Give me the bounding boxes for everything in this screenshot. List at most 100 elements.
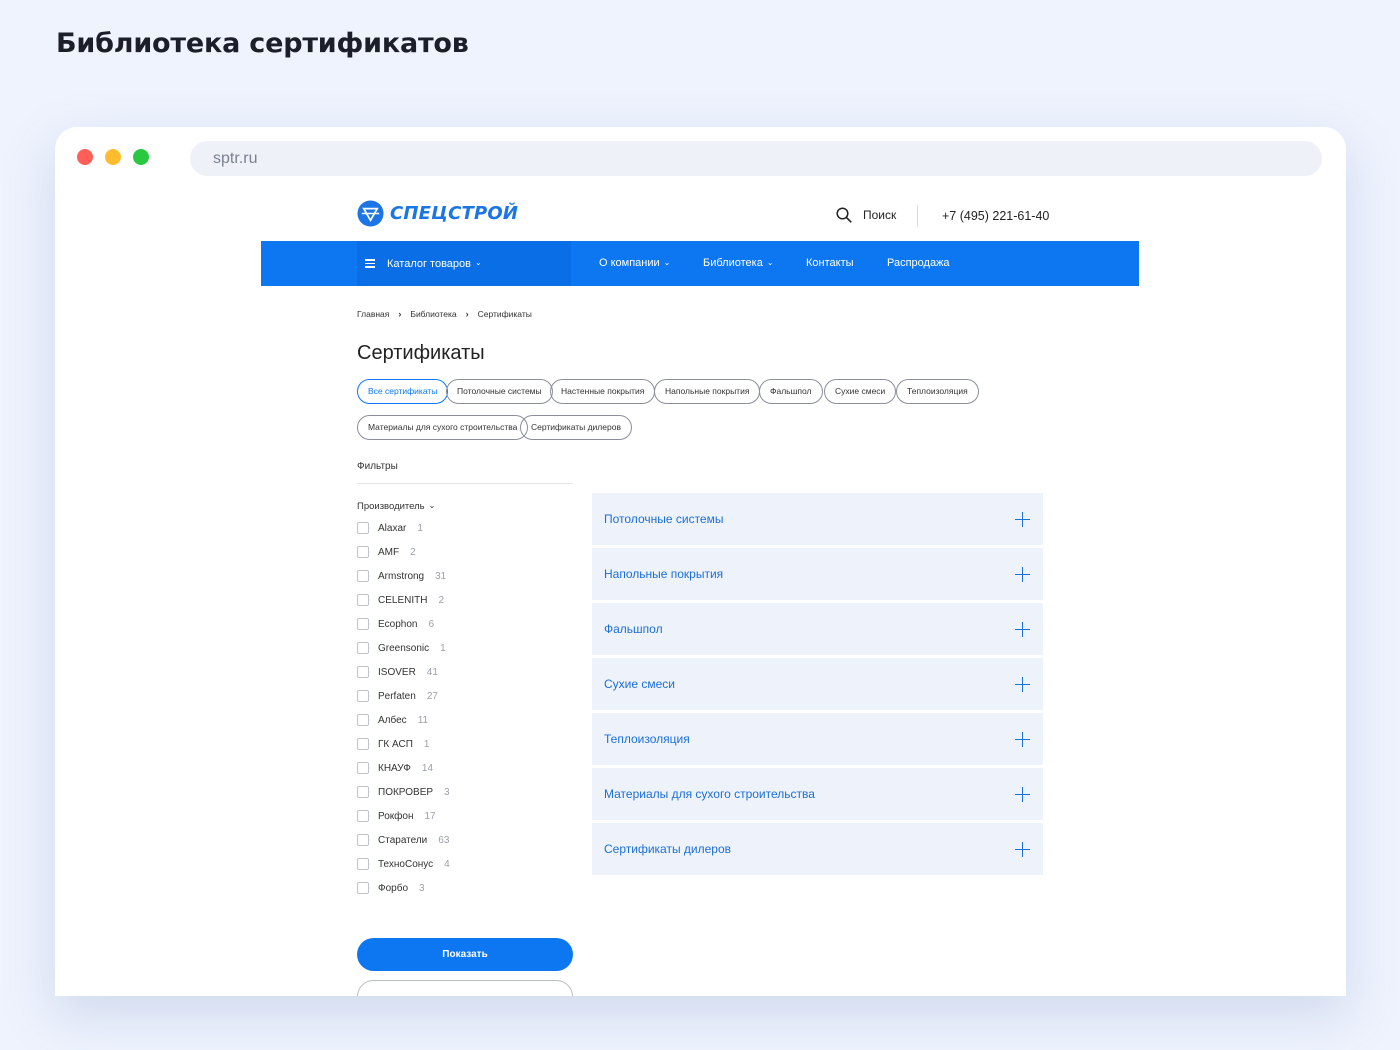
accordion-item-raised-floor[interactable]: Фальшпол [592, 603, 1043, 655]
nav-catalog-button[interactable]: Каталог товаров ⌄ [357, 241, 571, 286]
manufacturer-item[interactable]: ISOVER 41 [357, 665, 438, 679]
address-bar[interactable]: sptr.ru [190, 141, 1322, 176]
checkbox[interactable] [357, 834, 369, 846]
manufacturer-name: Старатели [378, 834, 428, 846]
chip-insulation[interactable]: Теплоизоляция [896, 379, 979, 404]
manufacturer-count: 1 [423, 738, 430, 750]
close-window-icon[interactable] [77, 149, 93, 165]
plus-icon[interactable] [1015, 786, 1030, 802]
main-nav: Каталог товаров ⌄ О компании ⌄ Библиотека… [261, 241, 1139, 286]
manufacturer-item[interactable]: AMF 2 [357, 545, 416, 559]
manufacturer-item[interactable]: Албес 11 [357, 713, 428, 727]
search-link[interactable]: Поиск [836, 207, 896, 223]
manufacturer-name: ПОКРОВЕР [378, 786, 434, 798]
checkbox[interactable] [357, 858, 369, 870]
nav-item-label: О компании [599, 257, 660, 269]
checkbox[interactable] [357, 618, 369, 630]
nav-item-contacts[interactable]: Контакты [806, 241, 854, 286]
checkbox[interactable] [357, 810, 369, 822]
checkbox[interactable] [357, 666, 369, 678]
manufacturer-count: 1 [440, 642, 446, 654]
plus-icon[interactable] [1015, 621, 1030, 637]
manufacturer-name: ISOVER [378, 666, 416, 678]
minimize-window-icon[interactable] [105, 149, 121, 165]
show-button[interactable]: Показать [357, 938, 573, 971]
accordion-item-dry-mixes[interactable]: Сухие смеси [592, 658, 1043, 710]
manufacturer-name: CELENITH [378, 594, 428, 606]
chip-ceiling[interactable]: Потолочные системы [446, 379, 553, 404]
manufacturer-count: 14 [421, 762, 434, 774]
chip-all[interactable]: Все сертификаты [357, 379, 449, 404]
breadcrumb-library[interactable]: Библиотека [410, 309, 456, 319]
manufacturer-count: 3 [444, 786, 450, 798]
manufacturer-name: Alaxar [378, 522, 407, 534]
checkbox[interactable] [357, 594, 369, 606]
chip-wall[interactable]: Настенные покрытия [550, 379, 656, 404]
chip-raised-floor[interactable]: Фальшпол [759, 379, 823, 404]
manufacturer-name: AMF [378, 546, 400, 558]
manufacturer-item[interactable]: ПОКРОВЕР 3 [357, 785, 450, 799]
manufacturer-count: 41 [426, 666, 438, 678]
chevron-right-icon: › [398, 309, 402, 319]
accordion-item-dealers[interactable]: Сертификаты дилеров [592, 823, 1043, 875]
chip-dry-mixes[interactable]: Сухие смеси [824, 379, 897, 404]
manufacturer-name: Форбо [378, 882, 409, 894]
manufacturer-name: ГК АСП [378, 738, 413, 750]
checkbox[interactable] [357, 714, 369, 726]
manufacturer-item[interactable]: Perfaten 27 [357, 689, 438, 703]
plus-icon[interactable] [1015, 511, 1030, 527]
manufacturer-item[interactable]: Alaxar 1 [357, 521, 423, 535]
checkbox[interactable] [357, 690, 369, 702]
manufacturer-item[interactable]: Форбо 3 [357, 881, 425, 895]
nav-item-sale[interactable]: Распродажа [887, 241, 950, 286]
manufacturer-item[interactable]: ТехноСонус 4 [357, 857, 450, 871]
checkbox[interactable] [357, 642, 369, 654]
manufacturer-label: Производитель [357, 501, 425, 512]
manufacturer-count: 63 [438, 834, 450, 846]
plus-icon[interactable] [1015, 676, 1030, 692]
site-logo[interactable]: СПЕЦСТРОЙ [357, 200, 518, 227]
nav-item-library[interactable]: Библиотека ⌄ [703, 241, 774, 286]
plus-icon[interactable] [1015, 566, 1030, 582]
accordion-item-drywall-materials[interactable]: Материалы для сухого строительства [592, 768, 1043, 820]
manufacturer-item[interactable]: КНАУФ 14 [357, 761, 433, 775]
manufacturer-name: КНАУФ [378, 762, 411, 774]
manufacturer-item[interactable]: Greensonic 1 [357, 641, 446, 655]
plus-icon[interactable] [1015, 731, 1030, 747]
maximize-window-icon[interactable] [133, 149, 149, 165]
breadcrumb-home[interactable]: Главная [357, 309, 389, 319]
accordion-item-ceiling[interactable]: Потолочные системы [592, 493, 1043, 545]
manufacturer-item[interactable]: Armstrong 31 [357, 569, 446, 583]
accordion-item-insulation[interactable]: Теплоизоляция [592, 713, 1043, 765]
plus-icon[interactable] [1015, 841, 1030, 857]
manufacturer-name: ТехноСонус [378, 858, 434, 870]
checkbox[interactable] [357, 882, 369, 894]
checkbox[interactable] [357, 546, 369, 558]
checkbox[interactable] [357, 762, 369, 774]
manufacturer-item[interactable]: Ecophon 6 [357, 617, 434, 631]
checkbox[interactable] [357, 738, 369, 750]
accordion-item-floor[interactable]: Напольные покрытия [592, 548, 1043, 600]
checkbox[interactable] [357, 570, 369, 582]
phone-link[interactable]: +7 (495) 221-61-40 [942, 209, 1049, 223]
menu-icon [365, 257, 375, 270]
manufacturer-item[interactable]: CELENITH 2 [357, 593, 444, 607]
chevron-down-icon: ⌄ [428, 501, 436, 510]
chip-dealers[interactable]: Сертификаты дилеров [520, 415, 632, 440]
reset-button[interactable] [357, 980, 573, 996]
accordion-label: Напольные покрытия [604, 567, 724, 581]
checkbox[interactable] [357, 786, 369, 798]
manufacturer-item[interactable]: Рокфон 17 [357, 809, 436, 823]
page-heading: Библиотека сертификатов [56, 28, 469, 59]
accordion-label: Сертификаты дилеров [604, 842, 732, 856]
accordion-label: Материалы для сухого строительства [604, 787, 815, 801]
chip-drywall-materials[interactable]: Материалы для сухого строительства [357, 415, 529, 440]
manufacturer-count: 2 [410, 546, 416, 558]
manufacturer-count: 2 [438, 594, 445, 606]
nav-item-company[interactable]: О компании ⌄ [599, 241, 670, 286]
checkbox[interactable] [357, 522, 369, 534]
chip-floor[interactable]: Напольные покрытия [654, 379, 761, 404]
manufacturer-item[interactable]: Старатели 63 [357, 833, 449, 847]
manufacturer-toggle[interactable]: Производитель ⌄ [357, 501, 435, 512]
manufacturer-item[interactable]: ГК АСП 1 [357, 737, 429, 751]
